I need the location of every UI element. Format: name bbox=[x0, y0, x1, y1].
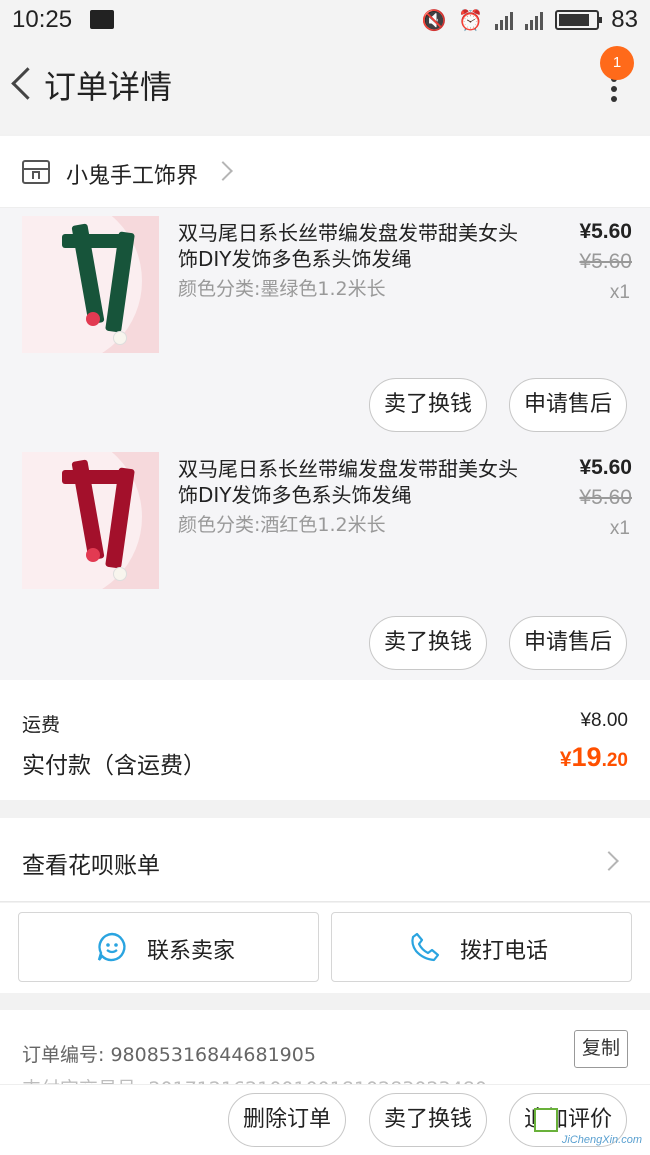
order-item[interactable]: 双马尾日系长丝带编发盘发带甜美女头饰DIY发饰多色系头饰发绳 颜色分类:酒红色1… bbox=[0, 444, 650, 680]
alarm-icon: ⏰ bbox=[458, 8, 484, 32]
chat-smile-icon bbox=[97, 932, 126, 962]
call-phone-button[interactable]: 拨打电话 bbox=[331, 912, 632, 982]
after-sale-button[interactable]: 申请售后 bbox=[509, 378, 627, 432]
status-icons: 🔇 ⏰ 83 bbox=[421, 6, 638, 34]
product-spec: 颜色分类:墨绿色1.2米长 bbox=[178, 278, 386, 300]
status-bar: 10:25 🔇 ⏰ 83 bbox=[0, 0, 650, 40]
store-icon bbox=[22, 160, 50, 184]
sell-button[interactable]: 卖了换钱 bbox=[369, 378, 487, 432]
order-number: 订单编号: 98085316844681905 bbox=[22, 1044, 316, 1066]
product-quantity: x1 bbox=[609, 518, 630, 539]
back-arrow-icon[interactable] bbox=[8, 62, 38, 106]
product-title[interactable]: 双马尾日系长丝带编发盘发带甜美女头饰DIY发饰多色系头饰发绳 bbox=[178, 456, 518, 508]
signal-icon bbox=[495, 10, 514, 30]
copy-button[interactable]: 复制 bbox=[574, 1030, 628, 1068]
battery-fill bbox=[559, 14, 590, 26]
contact-seller-button[interactable]: 联系卖家 bbox=[18, 912, 319, 982]
after-sale-button[interactable]: 申请售后 bbox=[509, 616, 627, 670]
battery-icon bbox=[555, 10, 603, 30]
product-spec: 颜色分类:酒红色1.2米长 bbox=[178, 514, 386, 536]
huabei-label: 查看花呗账单 bbox=[22, 853, 160, 879]
watermark-text: JiChengXin.com bbox=[561, 1134, 642, 1146]
paid-amount: ¥19.20 bbox=[559, 742, 628, 772]
paid-label: 实付款（含运费） bbox=[22, 753, 206, 779]
notification-badge: 1 bbox=[600, 46, 634, 80]
delete-order-button[interactable]: 删除订单 bbox=[228, 1093, 346, 1147]
contact-seller-label: 联系卖家 bbox=[147, 939, 236, 964]
product-price: ¥5.60 bbox=[579, 456, 632, 479]
sell-button[interactable]: 卖了换钱 bbox=[369, 1093, 487, 1147]
top-navbar: 订单详情 1 bbox=[0, 40, 650, 134]
watermark-logo-icon bbox=[534, 1108, 558, 1132]
call-phone-label: 拨打电话 bbox=[460, 939, 549, 964]
shop-row[interactable]: 小鬼手工饰界 bbox=[0, 136, 650, 208]
phone-icon bbox=[411, 932, 440, 962]
shipping-label: 运费 bbox=[22, 714, 61, 736]
contact-row: 联系卖家 拨打电话 bbox=[0, 903, 650, 993]
signal-4g-icon bbox=[525, 10, 544, 30]
battery-percent: 83 bbox=[611, 6, 638, 33]
chevron-right-icon bbox=[213, 161, 233, 181]
shipping-value: ¥8.00 bbox=[580, 710, 628, 731]
product-title[interactable]: 双马尾日系长丝带编发盘发带甜美女头饰DIY发饰多色系头饰发绳 bbox=[178, 220, 518, 272]
sell-button[interactable]: 卖了换钱 bbox=[369, 616, 487, 670]
product-original-price: ¥5.60 bbox=[579, 486, 632, 509]
product-quantity: x1 bbox=[609, 282, 630, 303]
product-image bbox=[22, 216, 159, 353]
shop-name: 小鬼手工饰界 bbox=[66, 164, 199, 189]
mute-icon: 🔇 bbox=[421, 8, 447, 32]
image-notification-icon bbox=[90, 10, 114, 29]
product-image bbox=[22, 452, 159, 589]
order-item[interactable]: 双马尾日系长丝带编发盘发带甜美女头饰DIY发饰多色系头饰发绳 颜色分类:墨绿色1… bbox=[0, 208, 650, 444]
huabei-bill-row[interactable]: 查看花呗账单 bbox=[0, 818, 650, 902]
status-time: 10:25 bbox=[12, 6, 73, 33]
page-title: 订单详情 bbox=[44, 68, 173, 106]
product-price: ¥5.60 bbox=[579, 220, 632, 243]
product-original-price: ¥5.60 bbox=[579, 250, 632, 273]
chevron-right-icon bbox=[599, 851, 619, 871]
payment-summary: 运费 ¥8.00 实付款（含运费） ¥19.20 bbox=[0, 680, 650, 800]
